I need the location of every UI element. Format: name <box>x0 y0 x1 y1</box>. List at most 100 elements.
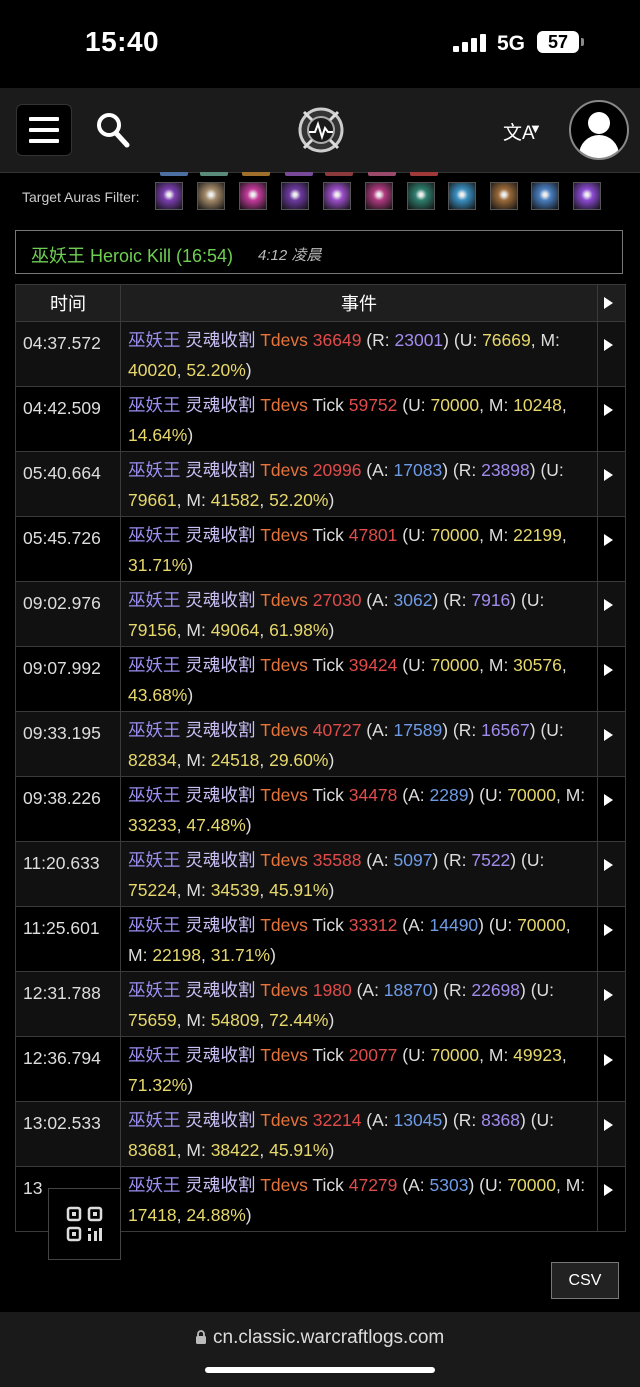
event-text-segment[interactable]: 巫妖王 <box>128 720 181 740</box>
aura-icon-1[interactable] <box>155 182 183 210</box>
event-text-segment[interactable]: 灵魂收割 <box>181 1045 261 1065</box>
aura-icon-5[interactable] <box>323 182 351 210</box>
expand-row-cell[interactable] <box>597 451 626 517</box>
search-icon[interactable] <box>96 112 130 148</box>
event-text-segment[interactable]: 巫妖王 <box>128 590 181 610</box>
event-text-segment[interactable]: Tdevs <box>260 1045 308 1065</box>
expand-column-header[interactable] <box>597 284 626 322</box>
cellular-signal-icon <box>453 34 489 52</box>
event-text-segment: ) <box>270 945 276 965</box>
event-text-segment[interactable]: Tdevs <box>260 395 308 415</box>
csv-export-button[interactable]: CSV <box>551 1262 619 1299</box>
expand-row-cell[interactable] <box>597 646 626 712</box>
table-row[interactable]: 13:02.533 巫妖王 灵魂收割 Tdevs 32214 (A: 13045)… <box>15 1101 626 1167</box>
aura-icon-4[interactable] <box>281 182 309 210</box>
event-text-segment[interactable]: 巫妖王 <box>128 1175 181 1195</box>
event-text-segment[interactable]: 灵魂收割 <box>181 655 261 675</box>
event-text-segment[interactable]: 巫妖王 <box>128 460 181 480</box>
event-text-segment[interactable]: 灵魂收割 <box>181 590 261 610</box>
event-text-segment[interactable]: 灵魂收割 <box>181 720 261 740</box>
event-text-segment[interactable]: Tdevs <box>260 1110 308 1130</box>
expand-row-cell[interactable] <box>597 971 626 1037</box>
event-text-segment[interactable]: 巫妖王 <box>128 330 181 350</box>
table-row[interactable]: 04:42.509 巫妖王 灵魂收割 Tdevs Tick 59752 (U: 7… <box>15 386 626 452</box>
event-text-segment[interactable]: 灵魂收割 <box>181 915 261 935</box>
expand-row-cell[interactable] <box>597 321 626 387</box>
table-row[interactable]: 09:02.976 巫妖王 灵魂收割 Tdevs 27030 (A: 3062) … <box>15 581 626 647</box>
aura-icon-3[interactable] <box>239 182 267 210</box>
event-text-segment[interactable]: 巫妖王 <box>128 655 181 675</box>
expand-row-cell[interactable] <box>597 386 626 452</box>
expand-row-cell[interactable] <box>597 776 626 842</box>
event-text-segment[interactable]: 巫妖王 <box>128 980 181 1000</box>
chevron-down-icon[interactable]: ▼ <box>529 121 542 136</box>
aura-icon-7[interactable] <box>407 182 435 210</box>
event-text-segment[interactable]: 巫妖王 <box>128 395 181 415</box>
table-row[interactable]: 04:37.572 巫妖王 灵魂收割 Tdevs 36649 (R: 23001)… <box>15 321 626 387</box>
expand-row-cell[interactable] <box>597 711 626 777</box>
aura-icon-11[interactable] <box>573 182 601 210</box>
qr-code-button[interactable] <box>48 1188 121 1260</box>
aura-icon-9[interactable] <box>490 182 518 210</box>
event-text-segment[interactable]: 巫妖王 <box>128 1045 181 1065</box>
event-text-segment[interactable]: Tdevs <box>260 850 308 870</box>
table-row[interactable]: 05:45.726 巫妖王 灵魂收割 Tdevs Tick 47801 (U: 7… <box>15 516 626 582</box>
aura-icon-10[interactable] <box>531 182 559 210</box>
table-row[interactable]: 12:31.788 巫妖王 灵魂收割 Tdevs 1980 (A: 18870) … <box>15 971 626 1037</box>
event-text-segment[interactable]: 灵魂收割 <box>181 850 261 870</box>
event-text-segment[interactable]: 巫妖王 <box>128 525 181 545</box>
table-row[interactable]: 09:07.992 巫妖王 灵魂收割 Tdevs Tick 39424 (U: 7… <box>15 646 626 712</box>
column-header-event[interactable]: 事件 <box>120 284 598 322</box>
table-row[interactable]: 12:36.794 巫妖王 灵魂收割 Tdevs Tick 20077 (U: 7… <box>15 1036 626 1102</box>
event-text-segment[interactable]: 巫妖王 <box>128 1110 181 1130</box>
table-row[interactable]: 09:38.226 巫妖王 灵魂收割 Tdevs Tick 34478 (A: 2… <box>15 776 626 842</box>
event-text-segment[interactable]: 灵魂收割 <box>181 525 261 545</box>
event-text-segment[interactable]: 灵魂收割 <box>181 1175 261 1195</box>
avatar[interactable] <box>569 100 629 160</box>
event-text-segment[interactable]: Tdevs <box>260 720 308 740</box>
expand-row-cell[interactable] <box>597 1166 626 1232</box>
aura-icon-2[interactable] <box>197 182 225 210</box>
table-row[interactable]: 05:40.664 巫妖王 灵魂收割 Tdevs 20996 (A: 17083)… <box>15 451 626 517</box>
event-description: 巫妖王 灵魂收割 Tdevs Tick 20077 (U: 70000, M: … <box>120 1036 598 1102</box>
expand-row-cell[interactable] <box>597 516 626 582</box>
warcraftlogs-logo-icon[interactable] <box>296 106 346 154</box>
event-text-segment[interactable]: 灵魂收割 <box>181 460 261 480</box>
home-indicator[interactable] <box>205 1367 435 1373</box>
event-text-segment[interactable]: Tdevs <box>260 330 308 350</box>
event-text-segment: , M: <box>556 1175 586 1195</box>
event-text-segment[interactable]: Tdevs <box>260 590 308 610</box>
event-text-segment[interactable]: 灵魂收割 <box>181 980 261 1000</box>
column-header-time[interactable]: 时间 <box>15 284 121 322</box>
expand-row-cell[interactable] <box>597 1101 626 1167</box>
event-text-segment[interactable]: 巫妖王 <box>128 915 181 935</box>
table-row[interactable]: 09:33.195 巫妖王 灵魂收割 Tdevs 40727 (A: 17589)… <box>15 711 626 777</box>
event-text-segment[interactable]: Tdevs <box>260 1175 308 1195</box>
event-text-segment[interactable]: Tdevs <box>260 460 308 480</box>
event-text-segment: ) (U: <box>510 590 545 610</box>
aura-icon-6[interactable] <box>365 182 393 210</box>
event-text-segment[interactable]: Tdevs <box>260 915 308 935</box>
url-text[interactable]: cn.classic.warcraftlogs.com <box>213 1327 444 1349</box>
event-text-segment[interactable]: 巫妖王 <box>128 785 181 805</box>
event-text-segment[interactable]: 灵魂收割 <box>181 1110 261 1130</box>
event-text-segment[interactable]: Tdevs <box>260 655 308 675</box>
event-text-segment: ) (R: <box>432 980 472 1000</box>
event-text-segment[interactable]: Tdevs <box>260 980 308 1000</box>
table-row[interactable]: 11:20.633 巫妖王 灵魂收割 Tdevs 35588 (A: 5097) … <box>15 841 626 907</box>
table-row[interactable]: 11:25.601 巫妖王 灵魂收割 Tdevs Tick 33312 (A: 1… <box>15 906 626 972</box>
event-text-segment[interactable]: 灵魂收割 <box>181 330 261 350</box>
expand-row-cell[interactable] <box>597 906 626 972</box>
event-text-segment[interactable]: 灵魂收割 <box>181 785 261 805</box>
event-text-segment[interactable]: 灵魂收割 <box>181 395 261 415</box>
event-text-segment[interactable]: 巫妖王 <box>128 850 181 870</box>
expand-row-cell[interactable] <box>597 1036 626 1102</box>
menu-button[interactable] <box>16 104 72 156</box>
event-text-segment[interactable]: Tdevs <box>260 785 308 805</box>
event-text-segment: 33312 <box>348 915 398 935</box>
fight-name[interactable]: 巫妖王 Heroic Kill (16:54) <box>31 242 233 268</box>
expand-row-cell[interactable] <box>597 581 626 647</box>
aura-icon-8[interactable] <box>448 182 476 210</box>
event-text-segment[interactable]: Tdevs <box>260 525 308 545</box>
expand-row-cell[interactable] <box>597 841 626 907</box>
